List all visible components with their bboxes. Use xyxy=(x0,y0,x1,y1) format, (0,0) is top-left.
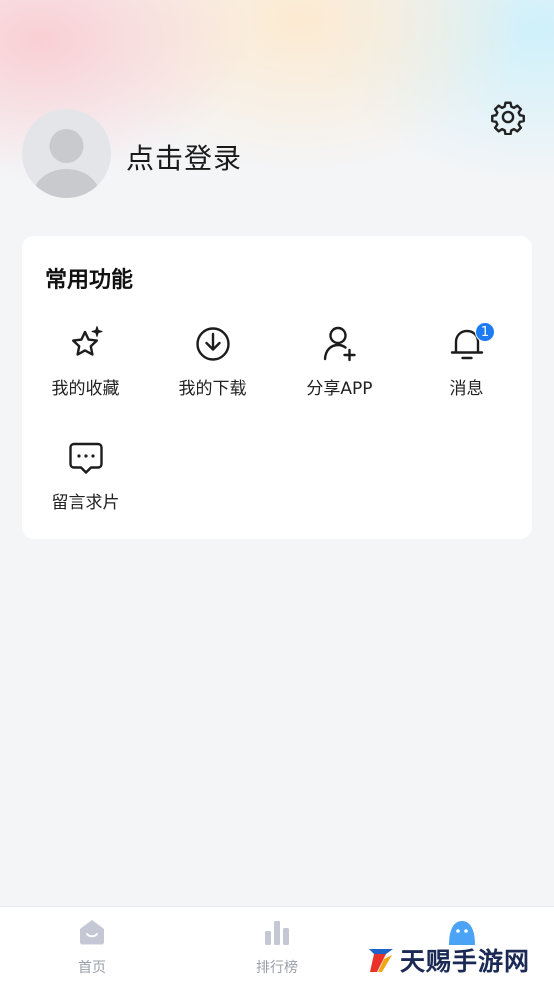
common-functions-card: 常用功能 我的收藏 我的下载 分享APP 1 消息 留言求片 xyxy=(22,236,532,539)
bar-chart-icon xyxy=(265,921,289,945)
tab-home[interactable]: 首页 xyxy=(32,917,152,977)
section-title: 常用功能 xyxy=(45,268,134,293)
watermark-text: 天赐手游网 xyxy=(400,947,531,976)
downloads-label: 我的下载 xyxy=(178,379,247,399)
downloads-item[interactable]: 我的下载 xyxy=(149,322,276,399)
add-user-icon xyxy=(323,326,356,362)
share-app-label: 分享APP xyxy=(306,379,373,399)
chat-bubble-icon xyxy=(68,442,103,474)
download-icon xyxy=(195,327,230,361)
settings-button[interactable] xyxy=(489,98,527,136)
favorites-item[interactable]: 我的收藏 xyxy=(22,322,149,399)
request-movie-item[interactable]: 留言求片 xyxy=(22,436,149,513)
unread-badge: 1 xyxy=(475,322,495,342)
home-icon xyxy=(80,920,104,945)
messages-label: 消息 xyxy=(449,379,484,399)
gear-icon xyxy=(491,101,525,135)
avatar[interactable] xyxy=(22,109,111,198)
watermark-logo-icon xyxy=(369,949,393,972)
messages-item[interactable]: 1 消息 xyxy=(403,322,530,399)
favorites-label: 我的收藏 xyxy=(51,379,120,399)
share-app-item[interactable]: 分享APP xyxy=(276,322,403,399)
tab-home-label: 首页 xyxy=(78,960,106,976)
watermark: 天赐手游网 xyxy=(366,942,530,978)
tab-ranking-label: 排行榜 xyxy=(256,960,298,976)
tab-ranking[interactable]: 排行榜 xyxy=(217,917,337,977)
login-link[interactable]: 点击登录 xyxy=(126,137,242,177)
request-movie-label: 留言求片 xyxy=(51,493,120,513)
default-avatar-icon xyxy=(33,129,100,198)
star-sparkle-icon xyxy=(71,326,102,356)
